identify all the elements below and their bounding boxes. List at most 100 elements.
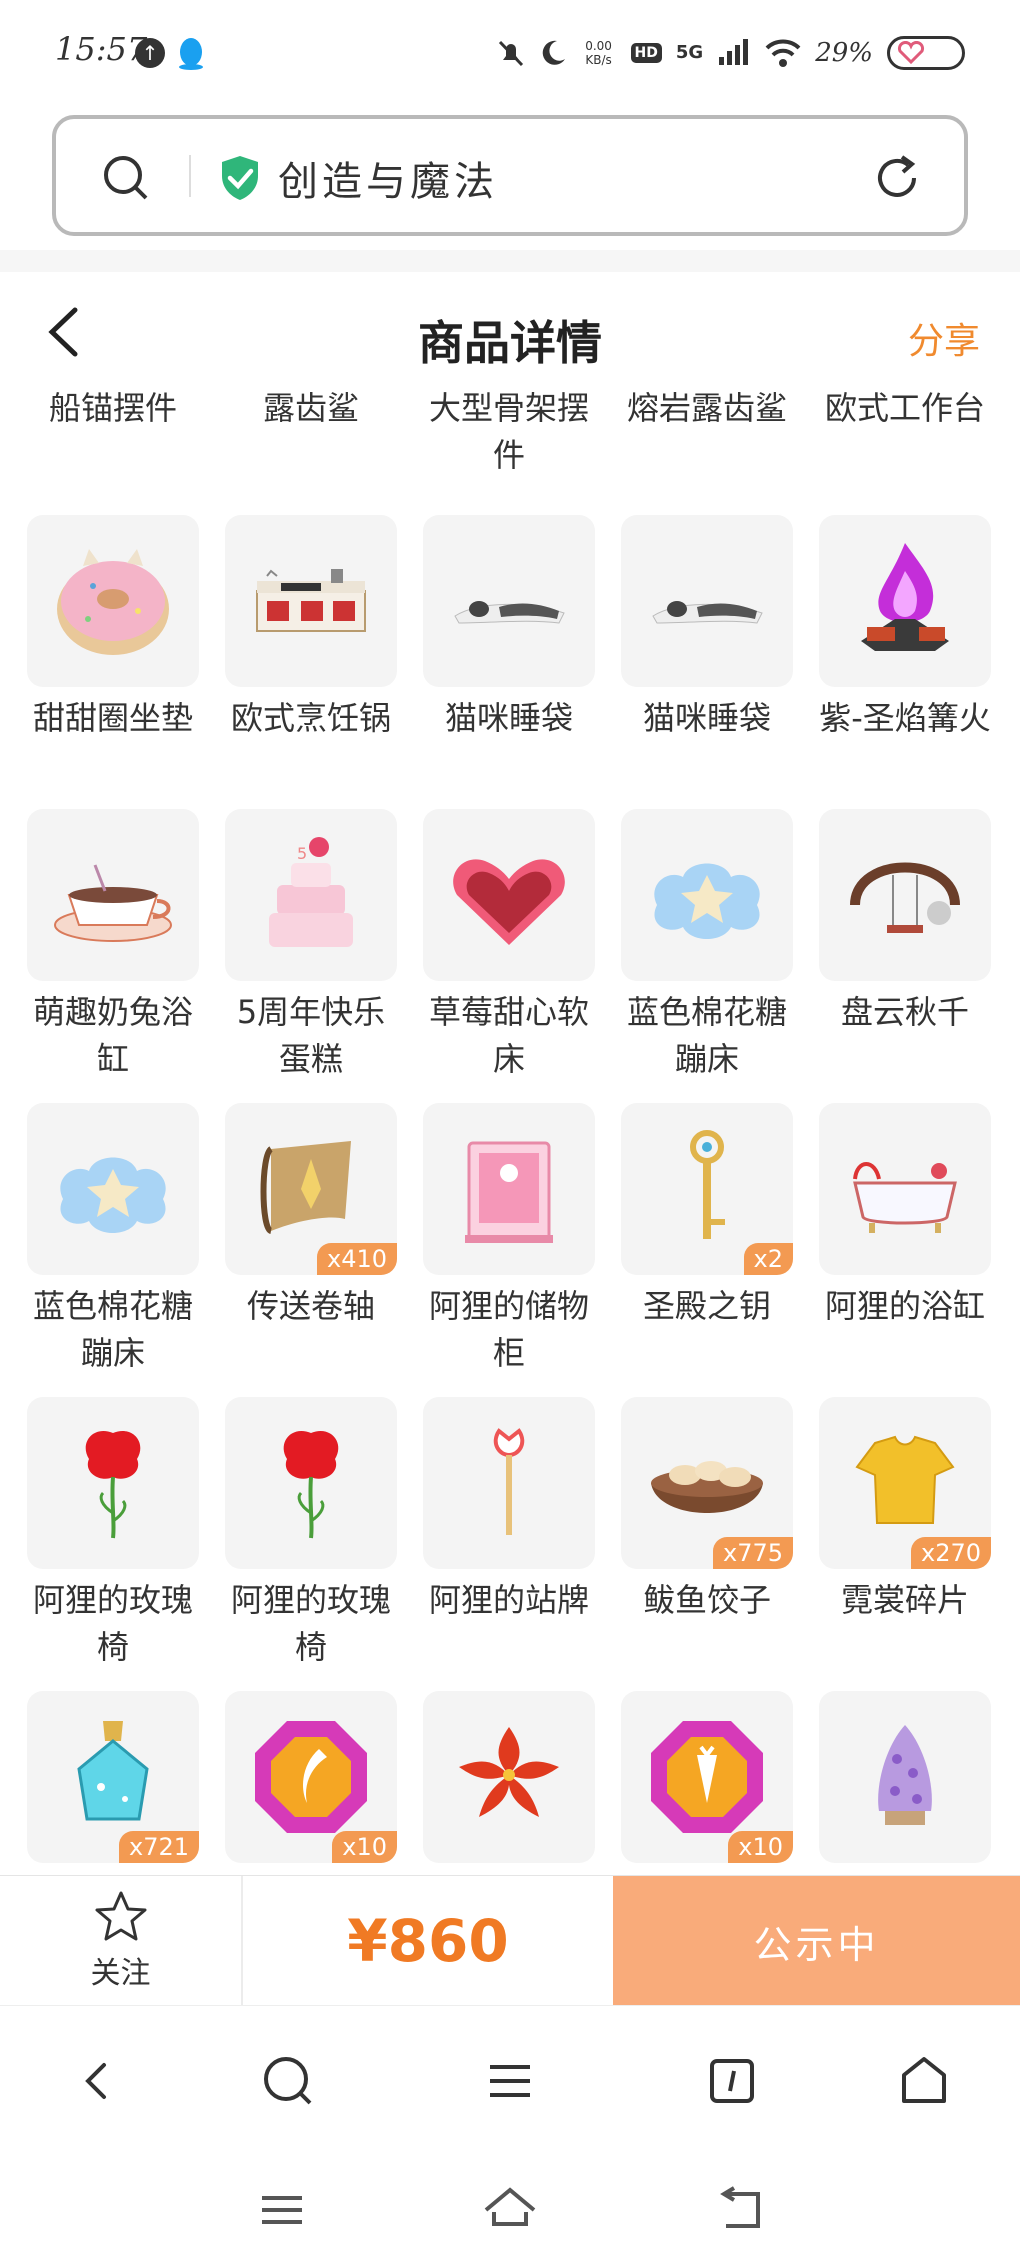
grid-item[interactable]: 盘云秋千 [819, 809, 991, 1103]
section-gap [0, 250, 1020, 272]
back-icon[interactable] [708, 2180, 768, 2240]
grid-item[interactable]: 大型骨架摆件 [423, 385, 595, 515]
system-nav-bar [0, 2155, 1020, 2267]
grid-item[interactable]: 阿狸的站牌 [423, 1397, 595, 1691]
item-label: 阿狸的浴缸 [824, 1287, 985, 1325]
dumplings-icon: x775 [621, 1397, 793, 1569]
status-time: 15:57 [55, 30, 148, 68]
quantity-badge: x410 [316, 1243, 397, 1275]
star-icon [95, 1891, 146, 1941]
item-label: 猫咪睡袋 [642, 699, 771, 737]
quantity-badge: x775 [712, 1537, 793, 1569]
grid-item[interactable]: 蓝色棉花糖蹦床 [621, 809, 793, 1103]
share-button[interactable]: 分享 [908, 312, 980, 364]
grid-item[interactable]: x410 传送卷轴 [225, 1103, 397, 1397]
item-grid: 船锚摆件 露齿鲨 大型骨架摆件 熔岩露齿鲨 欧式工作台 甜甜圈坐垫 欧式烹饪锅 … [0, 385, 1020, 1875]
grid-item[interactable] [819, 1691, 991, 1875]
grid-item[interactable]: 猫咪睡袋 [423, 515, 595, 809]
stove-icon [225, 515, 397, 687]
purple-bonfire-icon [819, 515, 991, 687]
grid-item[interactable]: 阿狸的浴缸 [819, 1103, 991, 1397]
bathtub-icon [819, 1103, 991, 1275]
follow-label: 关注 [90, 1956, 151, 1991]
divider [189, 155, 191, 197]
grid-item[interactable]: x10 [621, 1691, 793, 1875]
grid-item[interactable] [423, 1691, 595, 1875]
item-label: 霓裳碎片 [840, 1581, 969, 1619]
golden-key-icon: x2 [621, 1103, 793, 1275]
refresh-icon[interactable] [872, 153, 922, 203]
item-label: 阿狸的储物柜 [428, 1287, 589, 1372]
grid-item[interactable]: 船锚摆件 [27, 385, 199, 515]
grid-item[interactable]: 猫咪睡袋 [621, 515, 793, 809]
back-icon[interactable] [66, 2051, 126, 2111]
upload-icon: ↑ [135, 38, 165, 68]
search-icon[interactable] [258, 2051, 318, 2111]
cloud-trampoline-icon [621, 809, 793, 981]
grid-item[interactable]: 蓝色棉花糖蹦床 [27, 1103, 199, 1397]
status-button[interactable]: 公示中 [613, 1876, 1020, 2006]
menu-icon[interactable] [480, 2051, 540, 2111]
item-label: 欧式烹饪锅 [230, 699, 391, 737]
grid-item[interactable]: 露齿鲨 [225, 385, 397, 515]
qq-penguin-icon [179, 38, 203, 70]
grid-item[interactable]: 阿狸的玫瑰椅 [27, 1397, 199, 1691]
home-icon[interactable] [894, 2051, 954, 2111]
hd-badge: HD [630, 42, 662, 63]
scroll-icon: x410 [225, 1103, 397, 1275]
cake-icon: 5 [225, 809, 397, 981]
quantity-badge: x10 [332, 1831, 397, 1863]
browser-toolbar [0, 2005, 1020, 2155]
grid-item[interactable]: 欧式烹饪锅 [225, 515, 397, 809]
recent-apps-icon[interactable] [252, 2180, 312, 2240]
grid-item[interactable]: 甜甜圈坐垫 [27, 515, 199, 809]
battery-percent: 29% [815, 37, 873, 68]
quantity-badge: x721 [118, 1831, 199, 1863]
grid-item[interactable]: x2 圣殿之钥 [621, 1103, 793, 1397]
item-label: 阿狸的玫瑰椅 [32, 1581, 193, 1666]
grid-item[interactable]: 5 5周年快乐蛋糕 [225, 809, 397, 1103]
signal-icon [719, 38, 749, 65]
purple-tree-icon [819, 1691, 991, 1863]
price: ¥860 [347, 1907, 509, 1975]
item-label: 传送卷轴 [246, 1287, 375, 1325]
wifi-icon [765, 39, 801, 67]
gem-carrot-icon: x10 [621, 1691, 793, 1863]
security-shield-icon [222, 156, 258, 200]
grid-item[interactable]: x775 鲅鱼饺子 [621, 1397, 793, 1691]
item-label: 盘云秋千 [840, 993, 969, 1031]
item-label: 阿狸的站牌 [428, 1581, 589, 1619]
item-label: 草莓甜心软床 [428, 993, 589, 1078]
cat-sleeping-bag-icon [423, 515, 595, 687]
shirt-fragment-icon: x270 [819, 1397, 991, 1569]
item-label: 欧式工作台 [824, 389, 985, 427]
item-label: 圣殿之钥 [642, 1287, 771, 1325]
tabs-icon[interactable] [702, 2051, 762, 2111]
item-label: 鲅鱼饺子 [642, 1581, 771, 1619]
grid-item[interactable]: 阿狸的玫瑰椅 [225, 1397, 397, 1691]
quantity-badge: x270 [910, 1537, 991, 1569]
grid-item[interactable]: 紫-圣焰篝火 [819, 515, 991, 809]
item-label: 熔岩露齿鲨 [626, 389, 787, 427]
follow-button[interactable]: 关注 [0, 1876, 243, 2006]
potion-bottle-icon: x721 [27, 1691, 199, 1863]
item-label: 5周年快乐蛋糕 [236, 993, 386, 1078]
battery-icon [887, 35, 965, 70]
grid-item[interactable]: 草莓甜心软床 [423, 809, 595, 1103]
item-label: 蓝色棉花糖蹦床 [626, 993, 787, 1078]
grid-item[interactable]: 欧式工作台 [819, 385, 991, 515]
item-label: 蓝色棉花糖蹦床 [32, 1287, 193, 1372]
quantity-badge: x10 [728, 1831, 793, 1863]
grid-item[interactable]: 阿狸的储物柜 [423, 1103, 595, 1397]
address-bar[interactable]: 创造与魔法 [52, 115, 968, 236]
grid-item[interactable]: x721 [27, 1691, 199, 1875]
grid-item[interactable]: x270 霓裳碎片 [819, 1397, 991, 1691]
cloud-trampoline-icon [27, 1103, 199, 1275]
rose-chair-icon [27, 1397, 199, 1569]
grid-item[interactable]: 熔岩露齿鲨 [621, 385, 793, 515]
signpost-icon [423, 1397, 595, 1569]
grid-item[interactable]: 萌趣奶兔浴缸 [27, 809, 199, 1103]
grid-item[interactable]: x10 [225, 1691, 397, 1875]
home-icon[interactable] [480, 2180, 540, 2240]
search-icon[interactable] [101, 153, 151, 203]
